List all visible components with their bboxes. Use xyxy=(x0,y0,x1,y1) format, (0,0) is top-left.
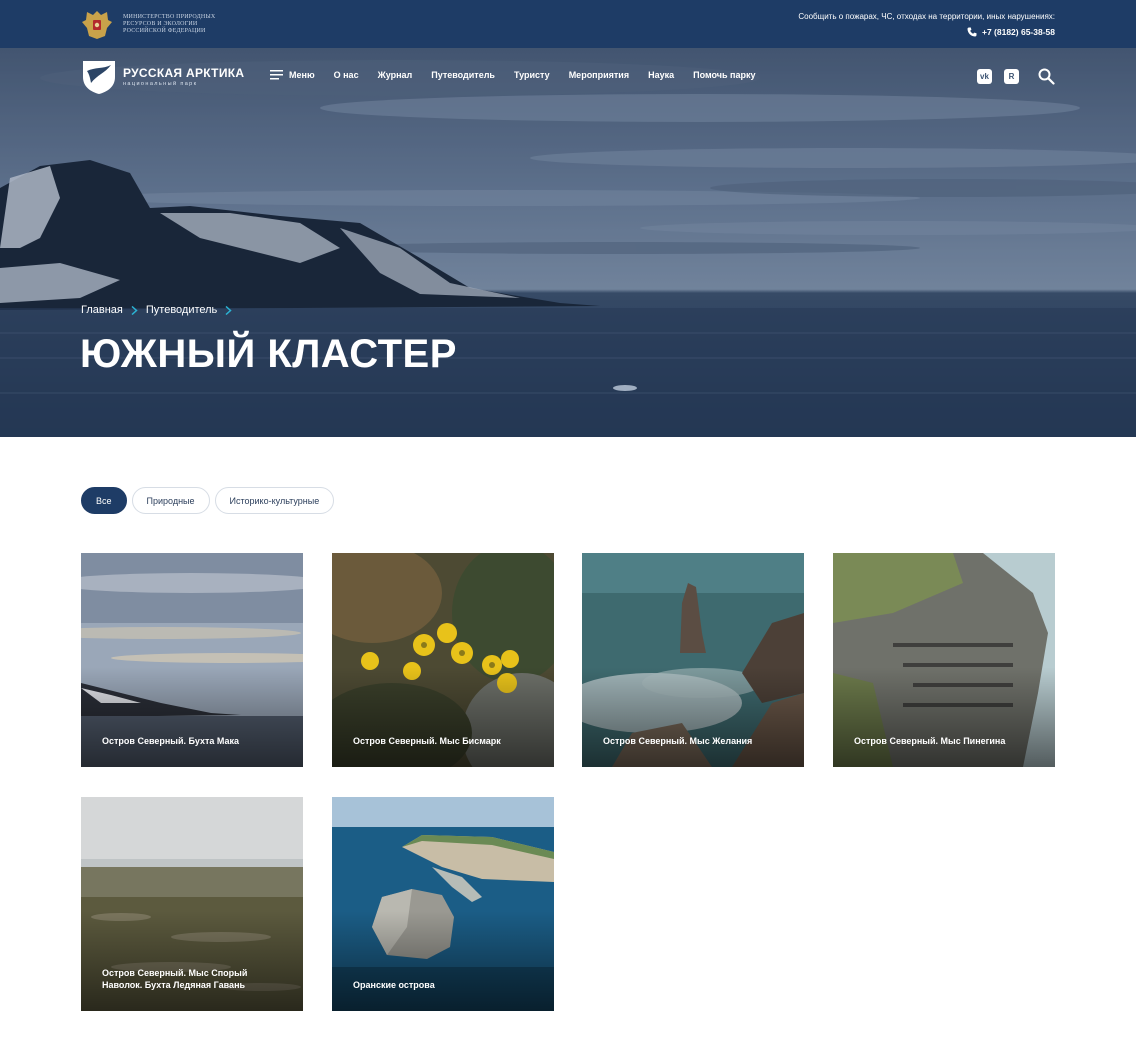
filter-historical-cultural[interactable]: Историко-культурные xyxy=(214,487,335,514)
main-nav: Меню О нас Журнал Путеводитель Туристу М… xyxy=(270,70,775,80)
coat-of-arms-icon xyxy=(82,11,112,39)
vk-icon[interactable]: vk xyxy=(977,69,992,84)
hamburger-icon xyxy=(270,70,283,80)
ministry-link[interactable]: Министерство природных ресурсов и эколог… xyxy=(81,8,233,41)
hero-banner: РУССКАЯ АРКТИКА национальный парк Меню О… xyxy=(0,48,1136,437)
place-card[interactable]: Оранские острова xyxy=(332,797,554,1011)
park-logo-link[interactable]: РУССКАЯ АРКТИКА национальный парк xyxy=(81,57,244,95)
nav-guide[interactable]: Путеводитель xyxy=(431,70,495,80)
park-logo-icon xyxy=(83,61,115,94)
nav-events[interactable]: Мероприятия xyxy=(569,70,629,80)
place-card[interactable]: Остров Северный. Мыс Пинегина xyxy=(833,553,1055,767)
park-logo-title: РУССКАЯ АРКТИКА xyxy=(123,65,245,80)
top-bar: Министерство природных ресурсов и эколог… xyxy=(0,0,1136,48)
social-links: vk R xyxy=(965,68,1055,85)
nav-tourist[interactable]: Туристу xyxy=(514,70,550,80)
place-card[interactable]: Остров Северный. Мыс Желания xyxy=(582,553,804,767)
breadcrumb-home[interactable]: Главная xyxy=(81,304,123,316)
card-title: Остров Северный. Мыс Бисмарк xyxy=(353,736,501,746)
card-title: Остров Северный. Мыс Пинегина xyxy=(854,736,1006,746)
phone-number: +7 (8182) 65-38-58 xyxy=(981,27,1055,37)
nav-science[interactable]: Наука xyxy=(648,70,674,80)
nav-help-park[interactable]: Помочь парку xyxy=(693,70,755,80)
place-card[interactable]: Остров Северный. Мыс Бисмарк xyxy=(332,553,554,767)
breadcrumb-guide[interactable]: Путеводитель xyxy=(146,304,217,316)
nav-journal[interactable]: Журнал xyxy=(378,70,413,80)
nav-menu-label: Меню xyxy=(289,70,315,80)
nav-menu[interactable]: Меню xyxy=(270,70,315,80)
hero-overlay xyxy=(0,48,1136,437)
filter-tabs: Все Природные Историко-культурные xyxy=(81,487,339,514)
filter-natural[interactable]: Природные xyxy=(131,487,210,514)
search-icon[interactable] xyxy=(1038,68,1055,85)
report-text: Сообщить о пожарах, ЧС, отходах на терри… xyxy=(798,12,1055,21)
report-phone-link[interactable]: +7 (8182) 65-38-58 xyxy=(798,27,1055,37)
chevron-right-icon xyxy=(131,305,138,315)
filter-all[interactable]: Все xyxy=(81,487,127,514)
report-block: Сообщить о пожарах, ЧС, отходах на терри… xyxy=(798,12,1055,37)
place-card[interactable]: Остров Северный. Мыс Спорый Наволок. Бух… xyxy=(81,797,303,1011)
rutube-icon[interactable]: R xyxy=(1004,69,1019,84)
phone-icon xyxy=(967,27,977,37)
card-title: Остров Северный. Бухта Мака xyxy=(102,736,240,746)
card-title: Оранские острова xyxy=(353,980,435,990)
breadcrumb: Главная Путеводитель xyxy=(81,304,240,316)
place-card[interactable]: Остров Северный. Бухта Мака xyxy=(81,553,303,767)
card-title: Остров Северный. Мыс Спорый Наволок. Бух… xyxy=(102,968,248,990)
ministry-name: Министерство природных ресурсов и эколог… xyxy=(123,14,216,34)
chevron-right-icon xyxy=(225,305,232,315)
page-title: ЮЖНЫЙ КЛАСТЕР xyxy=(80,332,457,376)
park-logo-subtitle: национальный парк xyxy=(123,80,198,87)
nav-about[interactable]: О нас xyxy=(334,70,359,80)
card-title: Остров Северный. Мыс Желания xyxy=(603,736,753,746)
